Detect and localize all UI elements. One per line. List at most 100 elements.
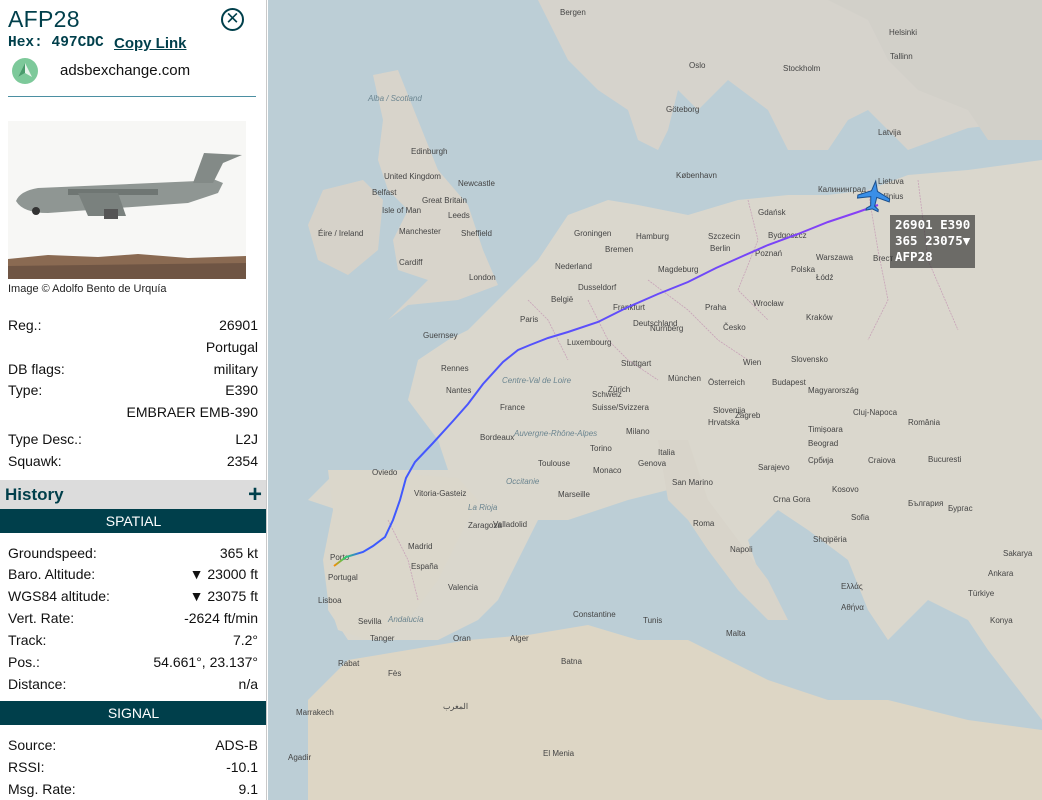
map-label: Oviedo bbox=[372, 468, 398, 477]
map-label: Tallinn bbox=[890, 52, 913, 61]
map-label: Praha bbox=[705, 303, 727, 312]
signal-label: RSSI: bbox=[8, 759, 45, 775]
map-label: Zaragoza bbox=[468, 521, 502, 530]
map-label: Valencia bbox=[448, 583, 479, 592]
map-label: Nederland bbox=[555, 262, 592, 271]
detail-row-type-desc: Type Desc.: L2J bbox=[8, 431, 258, 451]
spatial-label: Pos.: bbox=[8, 654, 40, 670]
aircraft-photo[interactable] bbox=[8, 121, 246, 279]
map-label: Belfast bbox=[372, 188, 397, 197]
spatial-row-groundspeed: Groundspeed: 365 kt bbox=[8, 545, 258, 565]
detail-label: Reg.: bbox=[8, 317, 42, 333]
map-label: Kraków bbox=[806, 313, 833, 322]
aircraft-map-label[interactable]: 26901 E390 365 23075▼ AFP28 bbox=[890, 215, 976, 268]
map-label: Stuttgart bbox=[621, 359, 652, 368]
spatial-value: 54.661°, 23.137° bbox=[153, 654, 258, 670]
map-label: Göteborg bbox=[666, 105, 699, 114]
spatial-value: ▼ 23000 ft bbox=[189, 566, 258, 582]
map-view[interactable]: Bergen Helsinki Oslo Stockholm Tallinn G… bbox=[268, 0, 1042, 800]
map-label: Isle of Man bbox=[382, 206, 421, 215]
map-label: France bbox=[500, 403, 525, 412]
map-label: Zagreb bbox=[735, 411, 761, 420]
detail-label: Squawk: bbox=[8, 453, 62, 469]
history-toggle[interactable]: History + bbox=[0, 480, 266, 509]
map-label: Slovensko bbox=[791, 355, 828, 364]
map-label: Craiova bbox=[868, 456, 896, 465]
map-label: Sheffield bbox=[461, 229, 492, 238]
map-label: Ankara bbox=[988, 569, 1014, 578]
spatial-header: SPATIAL bbox=[0, 509, 266, 533]
spatial-value: n/a bbox=[238, 676, 258, 692]
spatial-value: -2624 ft/min bbox=[184, 610, 258, 626]
spatial-row-position: Pos.: 54.661°, 23.137° bbox=[8, 654, 258, 674]
adsbexchange-logo-icon bbox=[12, 58, 38, 84]
map-label: Tanger bbox=[370, 634, 395, 643]
map-label-line3: AFP28 bbox=[895, 249, 933, 264]
detail-value: military bbox=[213, 361, 258, 377]
map-label: Groningen bbox=[574, 229, 611, 238]
adsbexchange-link[interactable]: adsbexchange.com bbox=[60, 62, 190, 79]
map-label: Torino bbox=[590, 444, 612, 453]
map-label: Éire / Ireland bbox=[318, 229, 363, 238]
detail-label: Type Desc.: bbox=[8, 431, 82, 447]
map-label: München bbox=[668, 374, 701, 383]
map-label: Oran bbox=[453, 634, 471, 643]
map-label: Leeds bbox=[448, 211, 470, 220]
map-label: Bergen bbox=[560, 8, 586, 17]
map-label: Toulouse bbox=[538, 459, 571, 468]
map-label: Occitanie bbox=[506, 477, 540, 486]
expand-plus-icon[interactable]: + bbox=[248, 481, 262, 509]
map-label: London bbox=[469, 273, 496, 282]
map-label: Rennes bbox=[441, 364, 469, 373]
map-label: Andalucía bbox=[387, 615, 424, 624]
map-label: Roma bbox=[693, 519, 715, 528]
detail-value: L2J bbox=[235, 431, 258, 447]
map-label: Suisse/Svizzera bbox=[592, 403, 649, 412]
close-icon[interactable]: ✕ bbox=[221, 8, 244, 31]
map-label: Auvergne-Rhône-Alpes bbox=[513, 429, 597, 438]
map-label: San Marino bbox=[672, 478, 713, 487]
map-label: Lisboa bbox=[318, 596, 342, 605]
map-label: Česko bbox=[723, 323, 746, 332]
map-label: El Menia bbox=[543, 749, 575, 758]
map-label: Bucuresti bbox=[928, 455, 962, 464]
spatial-row-vert-rate: Vert. Rate: -2624 ft/min bbox=[8, 610, 258, 630]
map-label: La Rioja bbox=[468, 503, 498, 512]
map-label: Centre-Val de Loire bbox=[502, 376, 572, 385]
map-label: Hamburg bbox=[636, 232, 669, 241]
map-label: Lietuva bbox=[878, 177, 904, 186]
map-label: Sakarya bbox=[1003, 549, 1033, 558]
map-label: Great Britain bbox=[422, 196, 467, 205]
history-title: History bbox=[5, 485, 64, 504]
map-label: Newcastle bbox=[458, 179, 495, 188]
map-label: België bbox=[551, 295, 574, 304]
map-label: Bordeaux bbox=[480, 433, 514, 442]
map-label: Madrid bbox=[408, 542, 432, 551]
map-label: Manchester bbox=[399, 227, 441, 236]
hex-code: Hex: 497CDC bbox=[8, 35, 104, 51]
map-label: Ελλάς bbox=[841, 582, 863, 591]
spatial-label: Groundspeed: bbox=[8, 545, 97, 561]
detail-row-country: Portugal bbox=[8, 339, 258, 359]
map-label: Sevilla bbox=[358, 617, 382, 626]
detail-value: 2354 bbox=[226, 453, 258, 469]
map-label: Nürnberg bbox=[650, 324, 683, 333]
map-label: España bbox=[411, 562, 439, 571]
map-label: Gdańsk bbox=[758, 208, 787, 217]
copy-link-button[interactable]: Copy Link bbox=[114, 35, 187, 52]
spatial-label: Baro. Altitude: bbox=[8, 566, 96, 582]
map-label: Szczecin bbox=[708, 232, 740, 241]
map-label: Αθήνα bbox=[841, 603, 864, 612]
map-label: Monaco bbox=[593, 466, 622, 475]
map-label: Alger bbox=[510, 634, 529, 643]
map-label: Alba / Scotland bbox=[367, 94, 422, 103]
map-label: Milano bbox=[626, 427, 650, 436]
detail-value: 26901 bbox=[219, 317, 258, 333]
signal-row-msg-rate: Msg. Rate: 9.1 bbox=[8, 781, 258, 800]
spatial-row-distance: Distance: n/a bbox=[8, 676, 258, 696]
map-label: Stockholm bbox=[783, 64, 821, 73]
map-label: Калининград bbox=[818, 185, 866, 194]
spatial-value: 365 kt bbox=[219, 545, 258, 561]
map-label: Genova bbox=[638, 459, 667, 468]
map-label: Tunis bbox=[643, 616, 662, 625]
